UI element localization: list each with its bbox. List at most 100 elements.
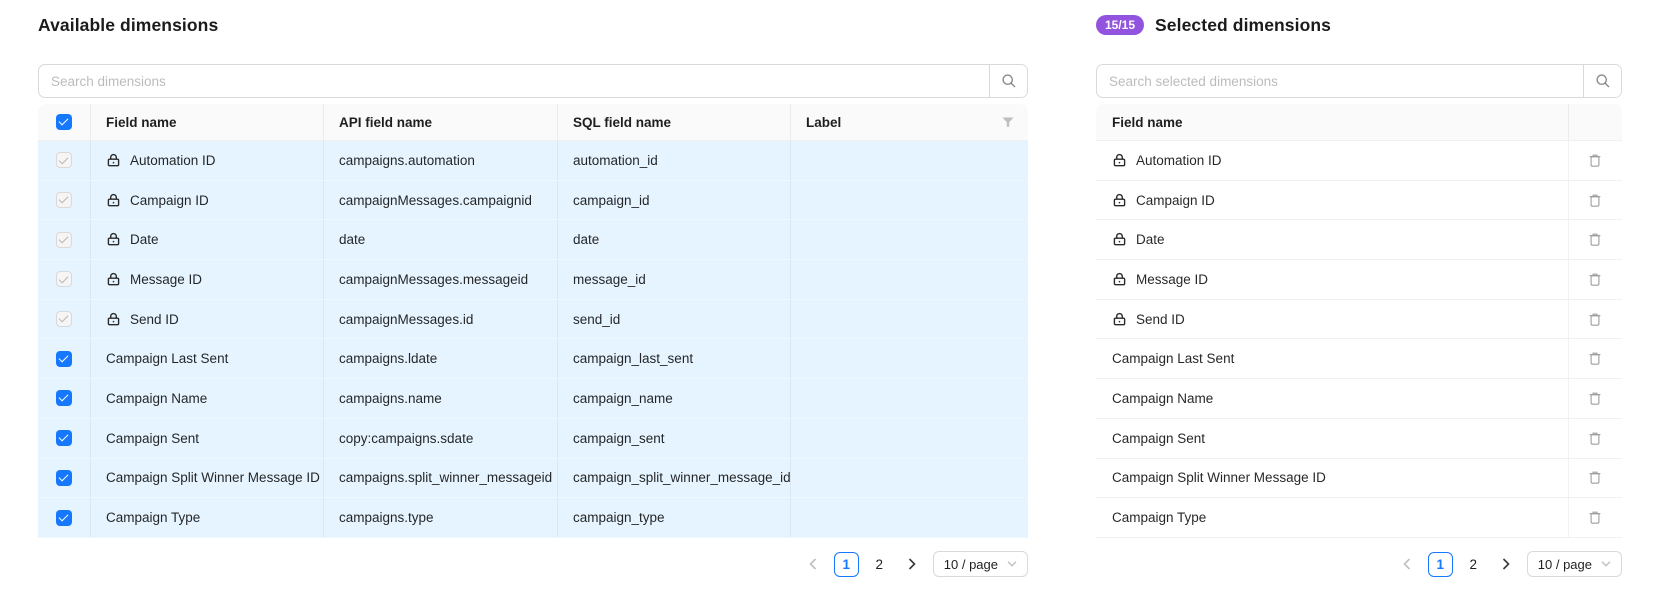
label-cell — [790, 339, 1028, 379]
available-table-row[interactable]: Campaign Sentcopy:campaigns.sdatecampaig… — [38, 419, 1028, 459]
available-search-button[interactable] — [989, 65, 1027, 97]
available-table-body: Automation IDcampaigns.automationautomat… — [38, 141, 1028, 538]
prev-page-button[interactable] — [801, 552, 826, 577]
chevron-right-icon — [908, 558, 916, 570]
selected-table-row: Campaign Name — [1096, 379, 1622, 419]
available-table-row[interactable]: Campaign Split Winner Message IDcampaign… — [38, 459, 1028, 499]
prev-page-button[interactable] — [1395, 552, 1420, 577]
selected-pagination: 1 2 10 / page — [1395, 551, 1622, 577]
delete-dimension-button[interactable] — [1584, 427, 1606, 450]
available-table-header: Field name API field name SQL field name… — [38, 104, 1028, 141]
label-filter-button[interactable] — [1000, 115, 1016, 130]
row-checkbox[interactable] — [56, 351, 72, 367]
select-all-checkbox[interactable] — [56, 114, 72, 130]
available-search — [38, 64, 1028, 98]
available-search-input[interactable] — [39, 65, 989, 97]
label-cell — [790, 141, 1028, 181]
delete-dimension-button[interactable] — [1584, 466, 1606, 489]
delete-dimension-button[interactable] — [1584, 506, 1606, 529]
select-all-cell — [38, 104, 90, 140]
available-table-row[interactable]: Campaign Namecampaigns.namecampaign_name — [38, 379, 1028, 419]
label-cell — [790, 498, 1028, 538]
field-name-cell: Send ID — [90, 300, 323, 340]
trash-icon — [1588, 391, 1602, 406]
selected-search-input[interactable] — [1097, 65, 1583, 97]
label-cell — [790, 459, 1028, 499]
page-size-select[interactable]: 10 / page — [1527, 551, 1622, 577]
selected-table-row: Send ID — [1096, 300, 1622, 340]
field-name-cell: Date — [1096, 220, 1568, 260]
checkbox-cell — [38, 260, 90, 300]
filter-funnel-icon — [1002, 117, 1014, 128]
lock-icon — [106, 153, 121, 168]
page-size-select[interactable]: 10 / page — [933, 551, 1028, 577]
label-cell — [790, 300, 1028, 340]
checkbox-cell — [38, 300, 90, 340]
sql-field-name-cell: campaign_name — [557, 379, 790, 419]
row-checkbox[interactable] — [56, 192, 72, 208]
field-name-cell: Campaign ID — [90, 181, 323, 221]
field-name-cell: Campaign Name — [90, 379, 323, 419]
lock-icon — [1112, 272, 1127, 287]
trash-icon — [1588, 232, 1602, 247]
next-page-button[interactable] — [900, 552, 925, 577]
checkbox-cell — [38, 419, 90, 459]
delete-dimension-button[interactable] — [1584, 347, 1606, 370]
row-checkbox[interactable] — [56, 430, 72, 446]
api-field-name-cell: date — [323, 220, 557, 260]
field-name: Campaign ID — [1136, 193, 1215, 208]
actions-cell — [1568, 498, 1622, 538]
delete-dimension-button[interactable] — [1584, 149, 1606, 172]
api-field-name-cell: campaignMessages.id — [323, 300, 557, 340]
field-name: Automation ID — [1136, 153, 1222, 168]
available-table-row[interactable]: Datedatedate — [38, 220, 1028, 260]
selected-table-row: Campaign Sent — [1096, 419, 1622, 459]
field-name: Campaign Split Winner Message ID — [1112, 470, 1326, 485]
page-2-button[interactable]: 2 — [867, 552, 892, 577]
available-table-row[interactable]: Campaign Typecampaigns.typecampaign_type — [38, 498, 1028, 538]
row-checkbox[interactable] — [56, 470, 72, 486]
actions-cell — [1568, 181, 1622, 221]
delete-dimension-button[interactable] — [1584, 268, 1606, 291]
available-table-row[interactable]: Send IDcampaignMessages.idsend_id — [38, 300, 1028, 340]
delete-dimension-button[interactable] — [1584, 308, 1606, 331]
column-header-field-name: Field name — [90, 104, 323, 140]
row-checkbox[interactable] — [56, 311, 72, 327]
selected-dimensions-table: Field name Automation IDCampaign IDDateM… — [1096, 104, 1622, 538]
page-1-button[interactable]: 1 — [834, 552, 859, 577]
chevron-left-icon — [1403, 558, 1411, 570]
checkbox-cell — [38, 459, 90, 499]
selected-dimensions-panel: 15/15 Selected dimensions Field name Aut… — [1096, 0, 1622, 615]
field-name: Date — [130, 232, 159, 247]
available-table-row[interactable]: Message IDcampaignMessages.messageidmess… — [38, 260, 1028, 300]
row-checkbox[interactable] — [56, 271, 72, 287]
chevron-right-icon — [1502, 558, 1510, 570]
row-checkbox[interactable] — [56, 510, 72, 526]
selected-table-row: Campaign Type — [1096, 498, 1622, 538]
selected-search-button[interactable] — [1583, 65, 1621, 97]
available-table-row[interactable]: Campaign IDcampaignMessages.campaignidca… — [38, 181, 1028, 221]
available-table-row[interactable]: Campaign Last Sentcampaigns.ldatecampaig… — [38, 339, 1028, 379]
field-name-cell: Message ID — [90, 260, 323, 300]
checkbox-cell — [38, 498, 90, 538]
selected-table-row: Message ID — [1096, 260, 1622, 300]
api-field-name-cell: campaigns.split_winner_messageid — [323, 459, 557, 499]
page-1-button[interactable]: 1 — [1428, 552, 1453, 577]
available-table-row[interactable]: Automation IDcampaigns.automationautomat… — [38, 141, 1028, 181]
page-size-value: 10 / page — [944, 557, 998, 572]
page-2-button[interactable]: 2 — [1461, 552, 1486, 577]
sql-field-name-cell: campaign_split_winner_message_id — [557, 459, 790, 499]
field-name-cell: Campaign ID — [1096, 181, 1568, 221]
api-field-name-cell: campaigns.name — [323, 379, 557, 419]
row-checkbox[interactable] — [56, 152, 72, 168]
row-checkbox[interactable] — [56, 232, 72, 248]
delete-dimension-button[interactable] — [1584, 189, 1606, 212]
column-header-api-field-name: API field name — [323, 104, 557, 140]
delete-dimension-button[interactable] — [1584, 228, 1606, 251]
row-checkbox[interactable] — [56, 390, 72, 406]
column-header-actions — [1568, 104, 1622, 140]
field-name-cell: Automation ID — [1096, 141, 1568, 181]
next-page-button[interactable] — [1494, 552, 1519, 577]
delete-dimension-button[interactable] — [1584, 387, 1606, 410]
selected-table-row: Campaign ID — [1096, 181, 1622, 221]
